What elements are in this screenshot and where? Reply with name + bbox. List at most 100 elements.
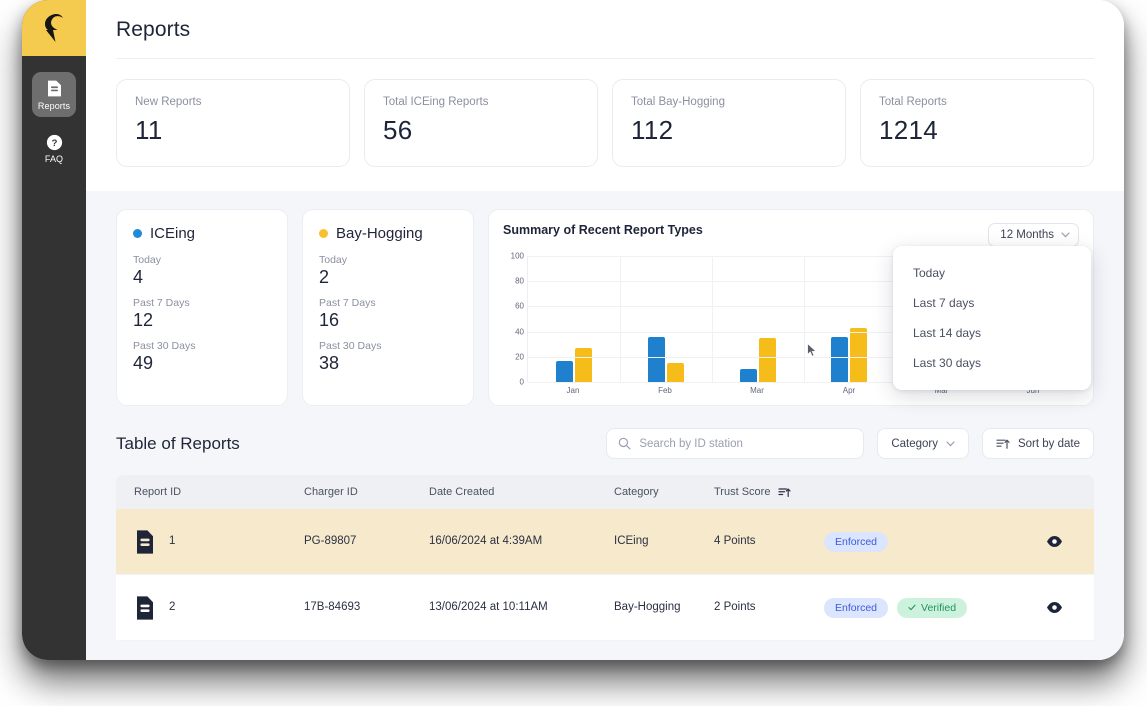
view-report-button[interactable] xyxy=(1046,601,1063,614)
stat-card-new-reports: New Reports 11 xyxy=(116,79,350,167)
column-header-category[interactable]: Category xyxy=(614,486,714,498)
page-header: Reports xyxy=(86,0,1124,59)
table-row[interactable]: 2 17B-84693 13/06/2024 at 10:11AM Bay-Ho… xyxy=(116,575,1094,641)
cell-date-created: 13/06/2024 at 10:11AM xyxy=(429,601,548,614)
stat-value: 11 xyxy=(135,115,163,145)
report-id-value: 1 xyxy=(169,535,176,548)
report-id-value: 2 xyxy=(169,601,176,614)
summary-metric: Past 7 Days 16 xyxy=(319,297,457,331)
sort-by-date-button[interactable]: Sort by date xyxy=(981,428,1094,459)
search-box[interactable] xyxy=(606,428,865,459)
dropdown-option[interactable]: Last 7 days xyxy=(893,288,1091,318)
chart-bar[interactable] xyxy=(555,360,573,382)
table-row[interactable]: 1 PG-89807 16/06/2024 at 4:39AM ICEing 4… xyxy=(116,509,1094,575)
cell-status-badges: Enforced Verified xyxy=(824,597,1032,618)
dropdown-option[interactable]: Last 30 days xyxy=(893,348,1091,378)
cell-date-created: 16/06/2024 at 4:39AM xyxy=(429,535,543,548)
y-axis-tick: 80 xyxy=(515,276,524,286)
x-axis-tick: Apr xyxy=(842,386,856,395)
main-content: Reports New Reports 11 Total ICEing Repo… xyxy=(86,0,1124,660)
cell-trust-score: 4 Points xyxy=(714,535,756,548)
category-filter-button[interactable]: Category xyxy=(877,428,969,459)
grid-line xyxy=(803,256,805,382)
chart-bar[interactable] xyxy=(850,327,868,382)
sidebar-item-reports[interactable]: Reports xyxy=(32,72,76,117)
x-axis-tick: Mar xyxy=(750,386,764,395)
category-dot-icon xyxy=(133,229,142,238)
dropdown-option[interactable]: Last 14 days xyxy=(893,318,1091,348)
sidebar-nav: Reports ? FAQ xyxy=(22,72,86,170)
sidebar-item-label: FAQ xyxy=(44,154,64,164)
y-axis-tick: 100 xyxy=(510,251,524,261)
summary-metric: Today 4 xyxy=(133,254,271,288)
chart-bar[interactable] xyxy=(758,337,776,382)
category-dot-icon xyxy=(319,229,328,238)
stat-card-total-bay-hogging: Total Bay-Hogging 112 xyxy=(612,79,846,167)
column-header-trust-score[interactable]: Trust Score xyxy=(714,486,824,498)
summary-metric-key: Past 7 Days xyxy=(133,297,190,309)
summary-metric-value: 2 xyxy=(319,267,330,287)
y-axis-tick: 20 xyxy=(515,352,524,362)
sort-ascending-icon xyxy=(996,439,1010,449)
category-filter-label: Category xyxy=(891,437,938,450)
app-logo[interactable] xyxy=(22,0,86,56)
y-axis-tick: 40 xyxy=(515,327,524,337)
table-controls: Category Sort by date xyxy=(606,428,1094,459)
chart-bar[interactable] xyxy=(666,363,684,382)
column-header-date-created[interactable]: Date Created xyxy=(429,486,614,498)
summary-metric-key: Today xyxy=(133,254,162,266)
chart-range-value: 12 Months xyxy=(1000,229,1054,241)
y-axis-tick: 60 xyxy=(515,301,524,311)
summary-metric: Past 30 Days 49 xyxy=(133,340,271,374)
sort-ascending-icon[interactable] xyxy=(778,487,792,498)
search-icon xyxy=(619,437,631,450)
table-title: Table of Reports xyxy=(116,433,240,453)
status-badge: Enforced xyxy=(824,597,889,618)
column-header-trust-score-label: Trust Score xyxy=(714,486,771,498)
cell-report-id: 2 xyxy=(134,595,304,621)
document-icon xyxy=(47,80,61,97)
summary-metric: Past 7 Days 12 xyxy=(133,297,271,331)
chart-bar[interactable] xyxy=(574,347,592,382)
dashboard-body: ICEing Today 4 Past 7 Days 12 Past 30 Da… xyxy=(86,191,1124,660)
lightning-bolt-icon xyxy=(45,14,63,42)
y-axis-tick: 0 xyxy=(519,377,524,387)
summary-metric-value: 38 xyxy=(319,353,340,373)
cell-category: ICEing xyxy=(614,535,649,548)
summary-metric-value: 12 xyxy=(133,310,154,330)
stat-card-total-reports: Total Reports 1214 xyxy=(860,79,1094,167)
grid-line xyxy=(711,256,713,382)
chart-bar[interactable] xyxy=(831,336,849,382)
stat-value: 112 xyxy=(631,115,674,145)
table-header-row: Report ID Charger ID Date Created Catego… xyxy=(116,475,1094,509)
dropdown-option[interactable]: Today xyxy=(893,258,1091,288)
stat-label: Total Bay-Hogging xyxy=(631,96,725,108)
chart-bar[interactable] xyxy=(739,369,757,382)
summary-metric-key: Past 7 Days xyxy=(319,297,376,309)
stat-label: New Reports xyxy=(135,96,202,108)
cell-actions xyxy=(1032,535,1076,548)
cell-category: Bay-Hogging xyxy=(614,601,681,614)
eye-icon xyxy=(1046,602,1062,613)
bar-group xyxy=(620,256,712,382)
summary-card-title: Bay-Hogging xyxy=(336,225,423,242)
check-icon xyxy=(908,604,916,611)
summary-metric-key: Past 30 Days xyxy=(319,340,382,352)
chart-title: Summary of Recent Report Types xyxy=(503,223,703,237)
search-input[interactable] xyxy=(639,437,853,450)
stat-label: Total ICEing Reports xyxy=(383,96,489,108)
column-header-report-id[interactable]: Report ID xyxy=(134,486,304,498)
stats-strip: New Reports 11 Total ICEing Reports 56 T… xyxy=(86,59,1124,191)
column-header-charger-id[interactable]: Charger ID xyxy=(304,486,429,498)
cell-actions xyxy=(1032,601,1076,614)
sidebar-item-faq[interactable]: ? FAQ xyxy=(32,127,76,170)
summary-metric: Today 2 xyxy=(319,254,457,288)
summary-metric-value: 49 xyxy=(133,353,154,373)
stat-card-total-iceing: Total ICEing Reports 56 xyxy=(364,79,598,167)
view-report-button[interactable] xyxy=(1046,535,1063,548)
chart-range-dropdown[interactable]: 12 Months xyxy=(988,223,1079,247)
sort-button-label: Sort by date xyxy=(1017,437,1080,450)
chart-bar[interactable] xyxy=(647,336,665,382)
cell-charger-id: PG-89807 xyxy=(304,535,357,548)
summary-metric: Past 30 Days 38 xyxy=(319,340,457,374)
